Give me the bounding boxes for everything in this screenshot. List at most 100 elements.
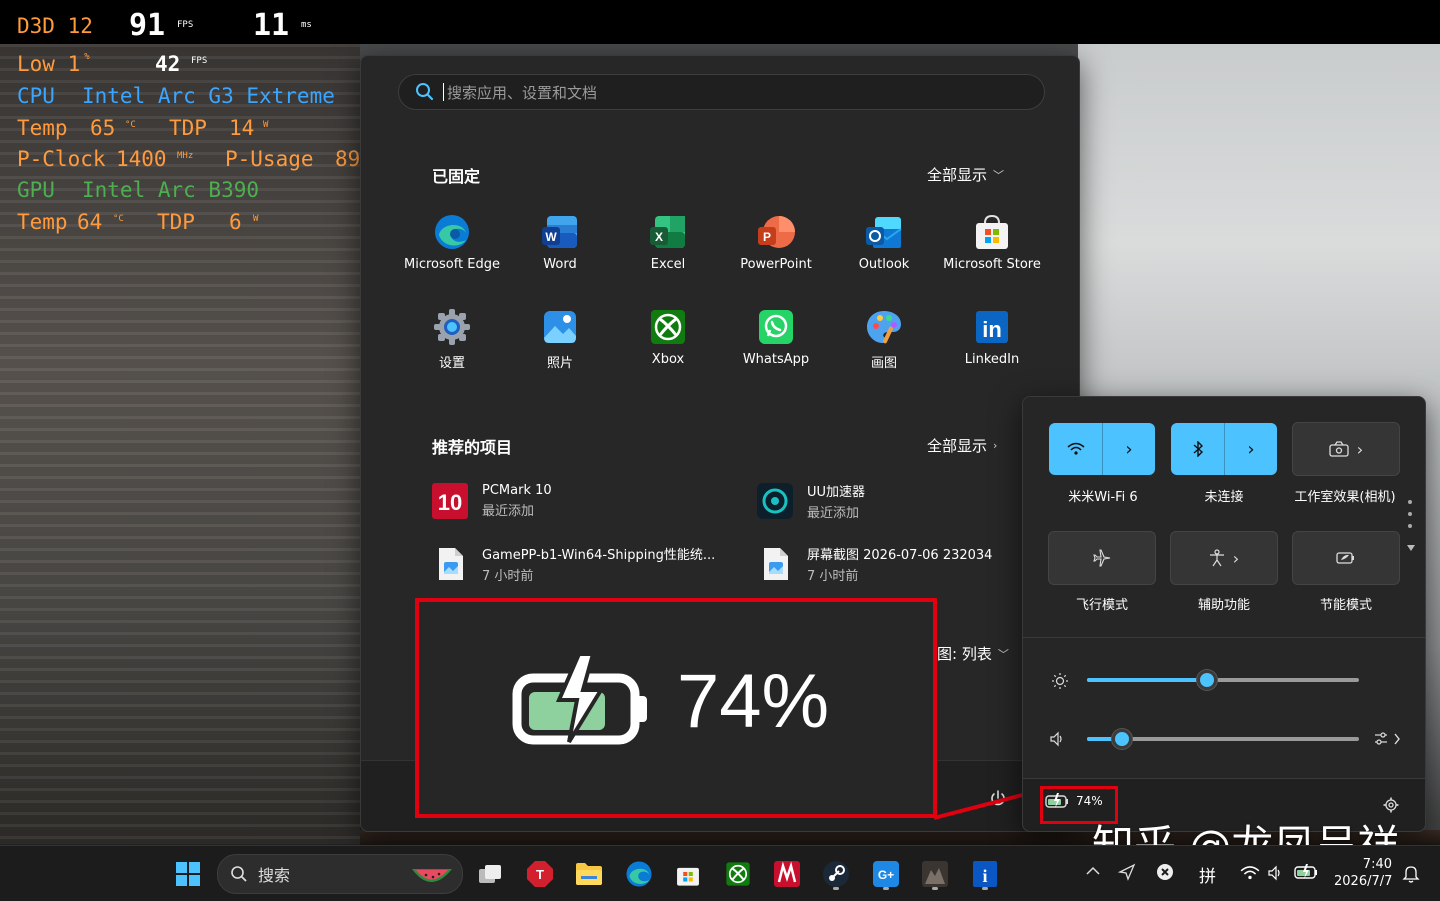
view-toggle-button[interactable]: 图: 列表 ﹀ xyxy=(929,639,1017,668)
taskbar-edge[interactable] xyxy=(619,855,659,893)
pinned-show-all-label: 全部显示 xyxy=(927,166,988,184)
pinned-app-label: WhatsApp xyxy=(742,352,810,367)
osd-frametime-unit: ms xyxy=(301,20,312,30)
pinned-app-excel[interactable]: X Excel xyxy=(614,213,722,293)
taskbar-clock[interactable]: 7:40 2026/7/7 xyxy=(1334,856,1392,890)
osd-row-pclock: P-Clock 1400 MHz P-Usage 89 xyxy=(17,147,360,171)
start-search-box[interactable] xyxy=(398,74,1045,110)
recommended-item-uu[interactable]: UU加速器 最近添加 xyxy=(757,478,865,524)
pinned-app-linkedin[interactable]: in LinkedIn xyxy=(938,308,1046,388)
taskbar-info-app[interactable]: i xyxy=(965,855,1005,893)
chevron-down-icon: ﹀ xyxy=(993,168,1005,182)
close-circle-icon[interactable] xyxy=(1156,863,1174,881)
pinned-app-label: Microsoft Edge xyxy=(403,257,500,272)
pinned-app-whatsapp[interactable]: WhatsApp xyxy=(722,308,830,388)
osd-gpu-temp: 64 xyxy=(77,210,103,234)
uu-icon xyxy=(757,483,793,519)
audio-output-icon[interactable] xyxy=(1373,730,1403,748)
wifi-toggle[interactable] xyxy=(1049,423,1102,475)
pinned-app-settings[interactable]: 设置 xyxy=(398,308,506,388)
wifi-tile[interactable]: › xyxy=(1049,423,1155,475)
studio-effects-tile[interactable]: › xyxy=(1292,422,1400,476)
taskbar-search[interactable]: 搜索 xyxy=(217,854,463,894)
chevron-down-icon[interactable] xyxy=(1406,544,1416,552)
volume-icon[interactable] xyxy=(1049,731,1065,747)
quick-settings-page-dots[interactable] xyxy=(1408,500,1414,536)
pinned-app-powerpoint[interactable]: P PowerPoint xyxy=(722,213,830,293)
tile-label: 工作室效果(相机) xyxy=(1294,490,1396,505)
wifi-icon[interactable] xyxy=(1240,865,1260,881)
wifi-icon xyxy=(1067,442,1084,455)
recommended-item-gamepp[interactable]: GamePP-b1-Win64-Shipping性能统... 7 小时前 xyxy=(432,541,715,587)
pinned-app-photos[interactable]: 照片 xyxy=(506,308,614,388)
recommended-item-pcmark[interactable]: 10 PCMark 10 最近添加 xyxy=(432,478,552,524)
taskbar-xbox[interactable] xyxy=(718,855,758,893)
taskbar-file-explorer[interactable] xyxy=(569,855,609,893)
task-view-icon xyxy=(479,865,501,883)
chevron-right-icon: › xyxy=(1356,439,1364,459)
notification-bell-icon[interactable] xyxy=(1402,864,1420,884)
osd-gpu-tdp-unit: W xyxy=(253,214,259,224)
wifi-expand[interactable]: › xyxy=(1103,423,1155,475)
recommended-item-subtitle: 最近添加 xyxy=(482,504,535,519)
taskbar: 搜索 T G+ i 拼 7:40 2026/7/7 xyxy=(0,845,1440,901)
energy-saver-toggle[interactable] xyxy=(1293,532,1399,584)
recommended-show-all-button[interactable]: 全部显示 › xyxy=(919,431,1005,460)
pinned-app-paint[interactable]: 画图 xyxy=(830,308,938,388)
osd-pclock-unit: MHz xyxy=(177,151,194,161)
pinned-show-all-button[interactable]: 全部显示 ﹀ xyxy=(919,160,1012,189)
taskbar-steam[interactable] xyxy=(816,855,856,893)
recommended-item-screenshot[interactable]: 屏幕截图 2026-07-06 232034 7 小时前 xyxy=(757,541,992,587)
ime-indicator[interactable]: 拼 xyxy=(1199,862,1216,887)
taskbar-store[interactable] xyxy=(668,855,708,893)
pinned-app-edge[interactable]: Microsoft Edge xyxy=(398,213,506,293)
edge-icon xyxy=(626,861,652,887)
brightness-slider-thumb[interactable] xyxy=(1196,670,1217,690)
airplane-mode-toggle[interactable] xyxy=(1049,532,1155,584)
taskbar-app-t[interactable]: T xyxy=(520,855,560,893)
start-button[interactable] xyxy=(168,855,208,893)
running-indicator xyxy=(883,887,889,890)
svg-text:W: W xyxy=(545,230,557,244)
bluetooth-tile[interactable]: › xyxy=(1171,423,1277,475)
accessibility-expand[interactable]: › xyxy=(1171,532,1277,584)
taskbar-game-app[interactable] xyxy=(767,855,807,893)
folder-icon xyxy=(576,863,602,885)
show-hidden-icons-chevron-icon[interactable] xyxy=(1086,866,1100,876)
energy-saver-tile[interactable] xyxy=(1292,531,1400,585)
studio-effects-expand[interactable]: › xyxy=(1293,423,1399,475)
bluetooth-toggle[interactable] xyxy=(1171,423,1224,475)
osd-temp-label: Temp xyxy=(17,116,68,140)
pinned-app-outlook[interactable]: Outlook xyxy=(830,213,938,293)
taskbar-search-label: 搜索 xyxy=(258,866,291,885)
start-search-input[interactable] xyxy=(445,81,1029,105)
camera-effects-icon xyxy=(1329,441,1349,457)
battery-charging-icon[interactable] xyxy=(1294,863,1320,881)
pinned-app-store[interactable]: Microsoft Store xyxy=(938,213,1046,293)
svg-text:P: P xyxy=(763,230,771,244)
osd-pusage-label: P-Usage xyxy=(225,147,314,171)
taskbar-gamepp[interactable]: G+ xyxy=(866,855,906,893)
taskbar-game-window[interactable] xyxy=(915,855,955,893)
airplane-mode-tile[interactable] xyxy=(1048,531,1156,585)
osd-row-cpu-temp: Temp 65 °C TDP 14 W xyxy=(17,116,268,140)
task-view-button[interactable] xyxy=(470,855,510,893)
bluetooth-expand[interactable]: › xyxy=(1225,423,1277,475)
pinned-app-xbox[interactable]: Xbox xyxy=(614,308,722,388)
pinned-app-label: Microsoft Store xyxy=(943,257,1041,272)
pinned-app-label: LinkedIn xyxy=(964,352,1020,367)
chevron-right-icon: › xyxy=(993,439,998,452)
chevron-right-icon: › xyxy=(1247,438,1255,460)
tile-label: 节能模式 xyxy=(1319,598,1372,613)
svg-text:T: T xyxy=(536,867,544,882)
accessibility-tile[interactable]: › xyxy=(1170,531,1278,585)
pinned-app-word[interactable]: W Word xyxy=(506,213,614,293)
volume-slider-thumb[interactable] xyxy=(1112,729,1133,749)
watermelon-search-highlight-icon xyxy=(412,869,452,882)
gear-icon[interactable] xyxy=(1383,797,1399,813)
send-arrow-icon[interactable] xyxy=(1118,863,1136,881)
volume-icon[interactable] xyxy=(1266,865,1284,881)
pinned-section-title: 已固定 xyxy=(432,167,481,186)
osd-frametime: 11 xyxy=(253,8,290,43)
windows-logo-icon xyxy=(176,862,200,886)
